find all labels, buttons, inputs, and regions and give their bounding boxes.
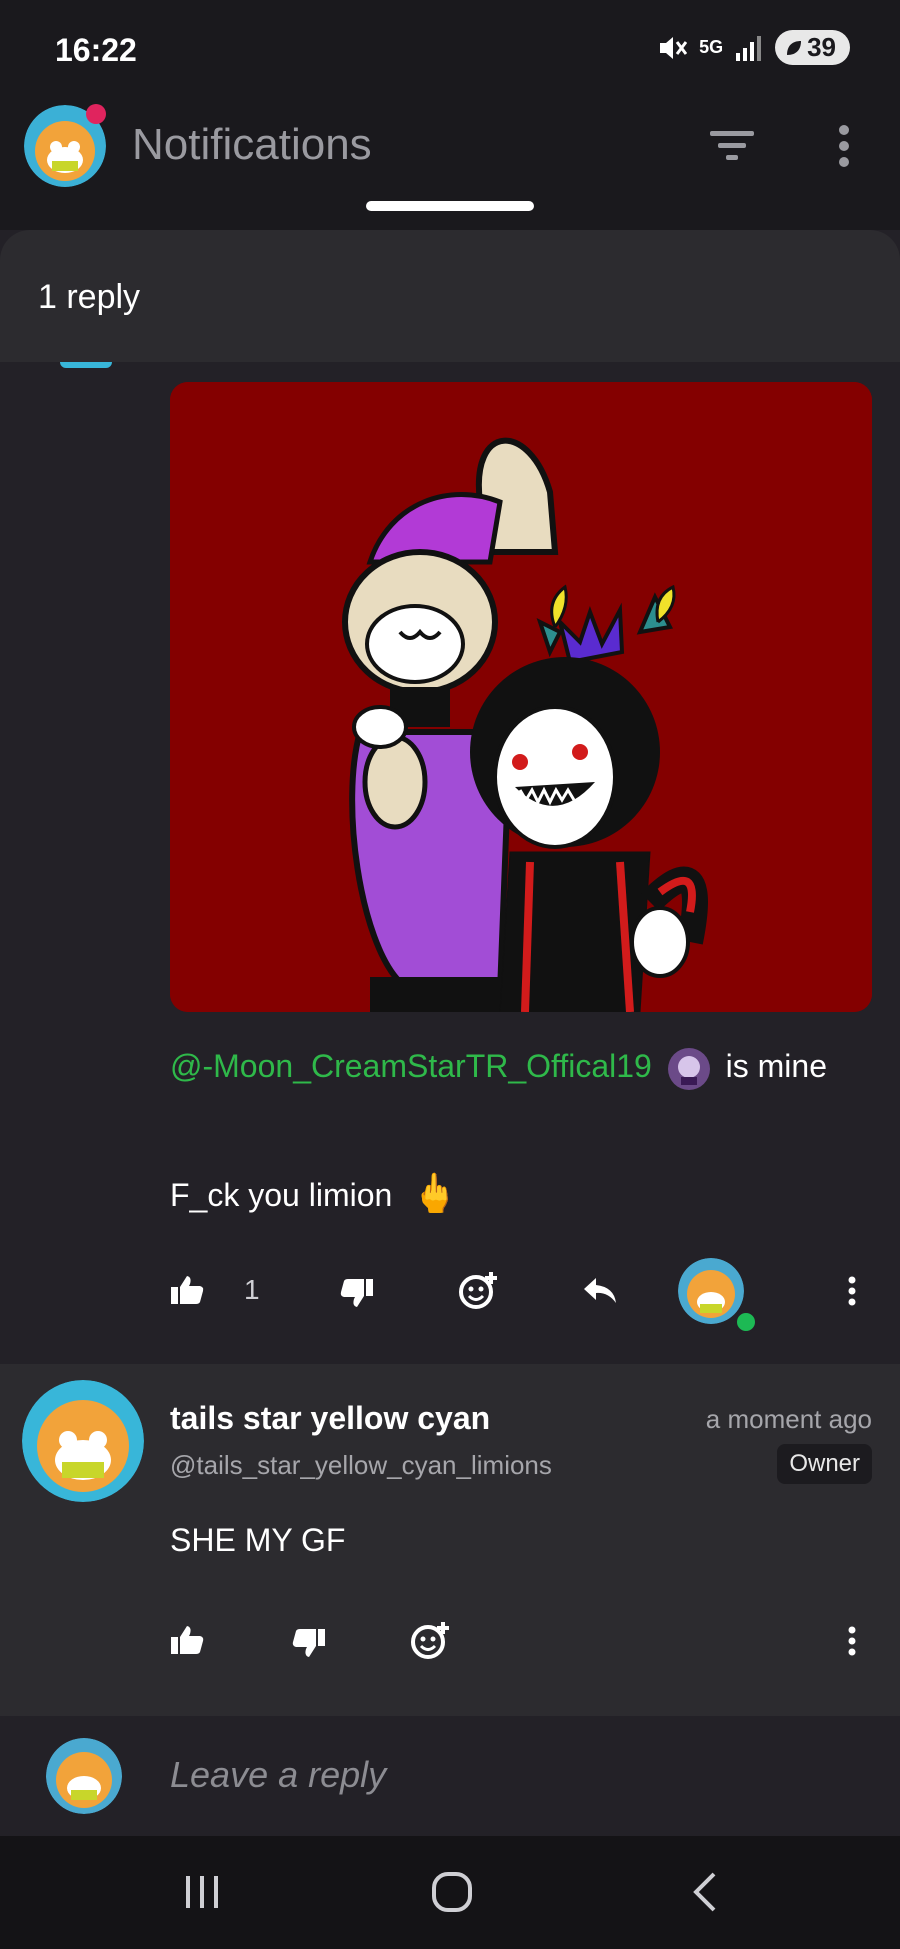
comment-more-icon[interactable] xyxy=(844,1276,860,1306)
replier-avatar[interactable] xyxy=(678,1258,744,1324)
reply-input[interactable]: Leave a reply xyxy=(170,1754,386,1796)
filter-icon[interactable] xyxy=(708,128,756,164)
user-mention[interactable]: @-Moon_CreamStarTR_Offical19 xyxy=(170,1048,652,1084)
reply-add-reaction-icon[interactable] xyxy=(410,1620,450,1660)
owner-badge: Owner xyxy=(777,1444,872,1484)
comment-text: @-Moon_CreamStarTR_Offical19 is mine xyxy=(170,1042,850,1091)
leaf-icon xyxy=(787,40,802,55)
reply-icon[interactable] xyxy=(582,1276,618,1306)
reply-composer xyxy=(0,1716,900,1836)
battery-level: 39 xyxy=(807,32,836,62)
add-reaction-icon[interactable] xyxy=(458,1270,498,1310)
home-icon[interactable] xyxy=(430,1870,474,1914)
back-icon[interactable] xyxy=(690,1870,720,1914)
online-status-dot xyxy=(734,1310,758,1334)
page-title: Notifications xyxy=(132,120,372,169)
mute-icon xyxy=(660,36,688,59)
reply-timestamp: a moment ago xyxy=(705,1404,872,1434)
like-count: 1 xyxy=(244,1274,260,1305)
network-indicator: 5G xyxy=(699,37,724,57)
notification-dot xyxy=(86,104,106,124)
comment-line-2-text: F_ck you limion xyxy=(170,1177,393,1213)
avatar-edge xyxy=(60,362,112,368)
reply-author-avatar[interactable] xyxy=(22,1380,144,1502)
drawing-image xyxy=(170,382,872,1012)
reply-more-icon[interactable] xyxy=(844,1626,860,1656)
composer-avatar xyxy=(46,1738,122,1814)
signal-icon xyxy=(736,35,762,61)
mention-avatar-icon xyxy=(667,1047,710,1090)
status-icons: 5G 39 xyxy=(657,30,850,65)
like-icon[interactable] xyxy=(170,1275,204,1305)
comment-line-2: F_ck you limion 🖕 xyxy=(170,1170,459,1219)
sheet-drag-handle[interactable] xyxy=(366,201,534,211)
comment-image[interactable] xyxy=(170,382,872,1012)
reply-text: SHE MY GF xyxy=(170,1522,346,1558)
mention-suffix: is mine xyxy=(716,1048,827,1084)
status-time: 16:22 xyxy=(55,32,137,68)
dislike-icon[interactable] xyxy=(340,1278,374,1308)
replies-count-title: 1 reply xyxy=(38,278,141,316)
reply-author-handle[interactable]: @tails_star_yellow_cyan_limions xyxy=(170,1450,552,1481)
recent-apps-icon[interactable] xyxy=(182,1872,222,1912)
battery-indicator: 39 xyxy=(775,30,850,65)
finger-emoji: 🖕 xyxy=(411,1173,459,1215)
reply-like-icon[interactable] xyxy=(170,1625,204,1655)
reply-author-name[interactable]: tails star yellow cyan xyxy=(170,1400,490,1437)
more-options-icon[interactable] xyxy=(832,124,856,168)
reply-dislike-icon[interactable] xyxy=(292,1628,326,1658)
